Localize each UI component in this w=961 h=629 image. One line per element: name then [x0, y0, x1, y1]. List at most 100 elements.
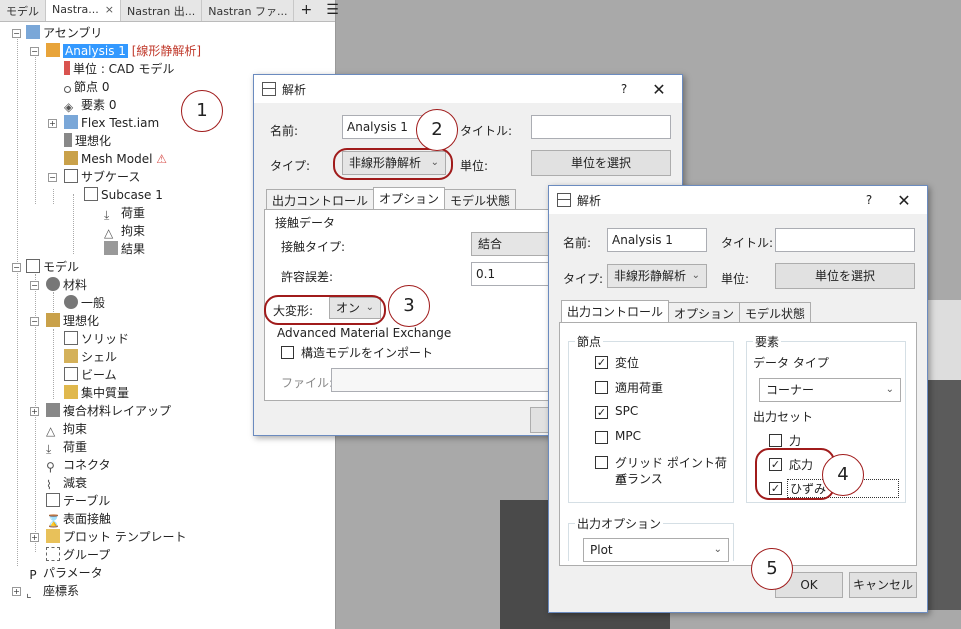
displacement-label: 変位	[615, 356, 640, 370]
close-button[interactable]: ✕	[644, 80, 674, 99]
callout-4: 4	[822, 454, 864, 496]
collapse-toggle[interactable]: −	[30, 47, 39, 56]
tree-item-material[interactable]: 材料	[46, 276, 87, 294]
viewport-shape	[925, 380, 961, 610]
tab-model[interactable]: モデル	[0, 0, 46, 21]
tree-item-layup[interactable]: 複合材料レイアップ	[46, 402, 171, 420]
collapse-toggle[interactable]: −	[12, 29, 21, 38]
tree-item-model[interactable]: モデル	[26, 258, 79, 276]
viewport-shape	[925, 300, 961, 380]
tree-item-assembly[interactable]: アセンブリ	[26, 24, 102, 42]
tree-item-loads[interactable]: ⤓ 荷重	[46, 438, 87, 456]
cancel-button[interactable]: キャンセル	[849, 572, 917, 598]
help-button[interactable]: ?	[849, 193, 889, 207]
callout-5: 5	[751, 548, 793, 590]
tree-item-subcase1[interactable]: Subcase 1	[84, 186, 163, 204]
unit-label: 単位:	[460, 159, 489, 173]
tree-item-solid[interactable]: ソリッド	[64, 330, 129, 348]
browser-tabs: モデル Nastra... × Nastran 出... Nastran ファ..…	[0, 0, 339, 22]
expand-toggle[interactable]: +	[12, 587, 21, 596]
nodes-group: 節点 ✓ 変位 適用荷重 ✓ SPC MPC グリッド ポイント荷重 バランス	[568, 333, 734, 503]
applied-load-checkbox[interactable]	[595, 381, 608, 394]
tab-options[interactable]: オプション	[373, 187, 446, 209]
chevron-down-icon: ⌄	[713, 544, 722, 555]
tab-nastran[interactable]: Nastra... ×	[46, 0, 121, 21]
collapse-toggle[interactable]: −	[48, 173, 57, 182]
tree-item-idealize-model[interactable]: 理想化	[46, 312, 99, 330]
close-icon[interactable]: ×	[105, 3, 114, 16]
add-tab-button[interactable]: +	[294, 0, 318, 21]
tree-item-contact[interactable]: ⌛ 表面接触	[46, 510, 111, 528]
tab-nastran-file[interactable]: Nastran ファ...	[202, 0, 295, 21]
expand-toggle[interactable]: +	[30, 533, 39, 542]
node-icon	[64, 86, 71, 93]
applied-load-label: 適用荷重	[615, 381, 664, 395]
force-checkbox[interactable]	[769, 434, 782, 447]
mpc-checkbox[interactable]	[595, 431, 608, 444]
select-unit-button[interactable]: 単位を選択	[531, 150, 671, 176]
chevron-down-icon: ⌄	[691, 270, 700, 281]
tree-item-general[interactable]: 一般	[64, 294, 105, 312]
type-select[interactable]: 非線形静解析 ⌄	[607, 264, 707, 288]
tree-item-elements[interactable]: ◈ 要素 0	[64, 96, 116, 114]
tree-line	[53, 189, 54, 204]
tree-item-idealize[interactable]: 理想化	[64, 132, 111, 150]
force-label: 力	[789, 434, 802, 448]
help-button[interactable]: ?	[604, 82, 644, 96]
tab-model-state[interactable]: モデル状態	[444, 189, 517, 209]
title-input[interactable]	[531, 115, 671, 139]
expand-toggle[interactable]: +	[30, 407, 39, 416]
close-button[interactable]: ✕	[889, 191, 919, 210]
tree-item-plot-template[interactable]: プロット テンプレート	[46, 528, 186, 546]
tree-line	[35, 54, 36, 204]
tab-nastran-output[interactable]: Nastran 出...	[121, 0, 203, 21]
file-input[interactable]	[331, 368, 571, 392]
collapse-toggle[interactable]: −	[30, 317, 39, 326]
tree-item-shell[interactable]: シェル	[64, 348, 117, 366]
analysis-icon	[46, 43, 60, 57]
tree-item-params[interactable]: P パラメータ	[26, 564, 102, 582]
tree-item-units[interactable]: 単位 : CAD モデル	[64, 60, 174, 78]
tree-item-table[interactable]: テーブル	[46, 492, 110, 510]
tree-item-subcases[interactable]: サブケース	[64, 168, 140, 186]
constraint-icon: △	[46, 424, 56, 438]
import-model-checkbox[interactable]	[281, 346, 294, 359]
tab-options[interactable]: オプション	[668, 302, 741, 322]
tree-item-flex[interactable]: Flex Test.iam	[64, 114, 159, 132]
tree-item-constraint[interactable]: △ 拘束	[104, 222, 145, 240]
thermometer-icon	[64, 61, 70, 75]
tab-model-state[interactable]: モデル状態	[739, 302, 812, 322]
tree-item-mass[interactable]: 集中質量	[64, 384, 129, 402]
collapse-toggle[interactable]: −	[12, 263, 21, 272]
title-label: タイトル:	[721, 236, 774, 250]
displacement-checkbox[interactable]: ✓	[595, 356, 608, 369]
title-input[interactable]	[775, 228, 915, 252]
tree-item-group[interactable]: グループ	[46, 546, 110, 564]
tree-item-beam[interactable]: ビーム	[64, 366, 117, 384]
tree-item-nodes[interactable]: 節点 0	[64, 78, 109, 96]
tab-output-control[interactable]: 出力コントロール	[561, 300, 670, 322]
expand-toggle[interactable]: +	[48, 119, 57, 128]
tree-item-results[interactable]: 結果	[104, 240, 145, 258]
data-type-select[interactable]: コーナー ⌄	[759, 378, 901, 402]
name-input[interactable]: Analysis 1	[607, 228, 707, 252]
file-label: ファイル:	[281, 376, 334, 390]
tree-item-damping[interactable]: ⌇ 減衰	[46, 474, 87, 492]
material-icon	[46, 277, 60, 291]
dialog-titlebar: 解析 ? ✕	[549, 186, 927, 214]
spc-checkbox[interactable]: ✓	[595, 406, 608, 419]
grid-point-balance-checkbox[interactable]	[595, 456, 608, 469]
select-unit-button[interactable]: 単位を選択	[775, 263, 915, 289]
tab-output-control[interactable]: 出力コントロール	[266, 189, 375, 209]
tree-item-load[interactable]: ⤓ 荷重	[104, 204, 145, 222]
dialog-icon	[262, 82, 276, 96]
tree-item-connector[interactable]: ⚲ コネクタ	[46, 456, 111, 474]
tree-item-coord[interactable]: ⌞ 座標系	[26, 582, 79, 600]
tree-item-analysis[interactable]: Analysis 1 [線形静解析]	[46, 42, 201, 60]
output-options-select[interactable]: Plot ⌄	[583, 538, 729, 562]
collapse-toggle[interactable]: −	[30, 281, 39, 290]
dialog-icon	[557, 193, 571, 207]
menu-icon[interactable]: ☰	[318, 0, 347, 21]
tree-item-constraints[interactable]: △ 拘束	[46, 420, 87, 438]
tree-item-mesh[interactable]: Mesh Model ⚠	[64, 150, 167, 168]
